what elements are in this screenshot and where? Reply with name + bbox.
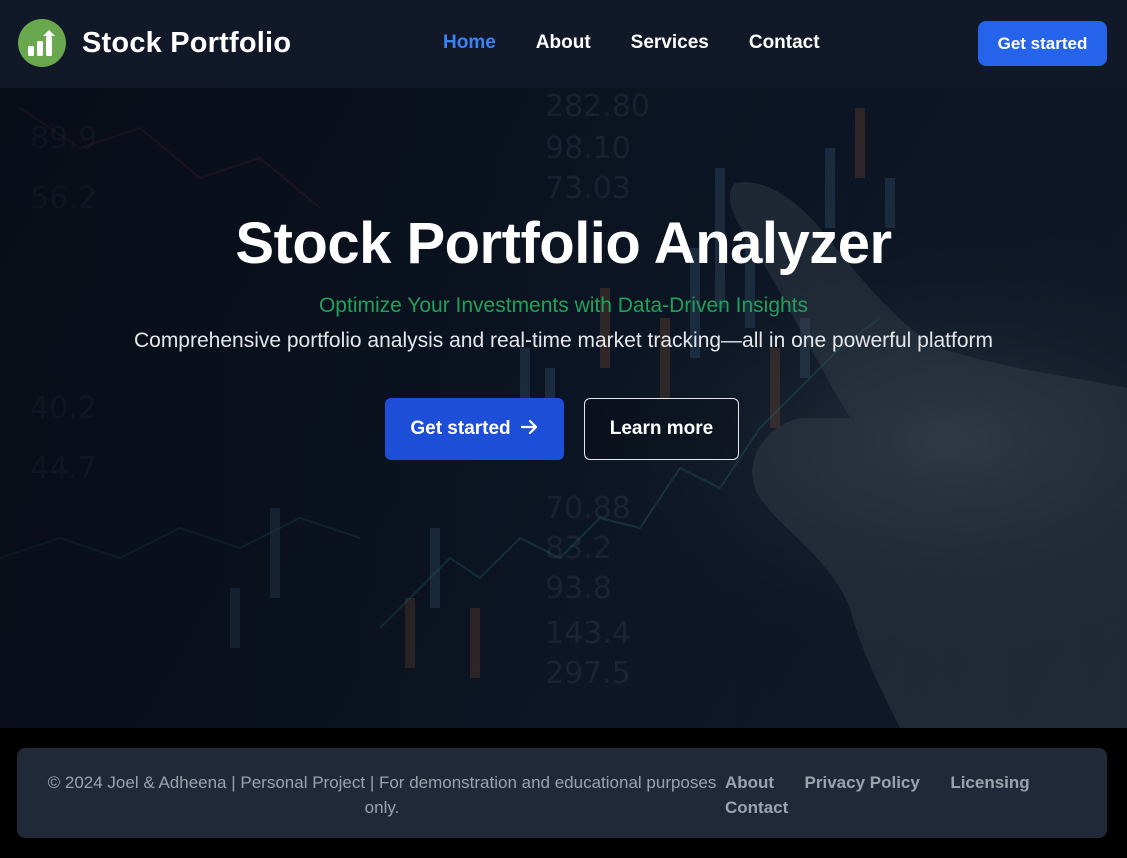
navbar: Stock Portfolio Home About Services Cont… bbox=[0, 0, 1127, 88]
nav-links: Home About Services Contact bbox=[443, 32, 860, 54]
learn-more-button[interactable]: Learn more bbox=[584, 398, 739, 460]
footer-links: About Privacy Policy Licensing Contact bbox=[725, 770, 1085, 820]
arrow-right-icon bbox=[520, 418, 539, 441]
nav-contact[interactable]: Contact bbox=[749, 32, 820, 54]
brand[interactable]: Stock Portfolio bbox=[18, 19, 291, 67]
footer-link-contact[interactable]: Contact bbox=[725, 795, 788, 820]
nav-services[interactable]: Services bbox=[631, 32, 709, 54]
hero-subtitle: Optimize Your Investments with Data-Driv… bbox=[318, 294, 809, 317]
get-started-label: Get started bbox=[410, 418, 511, 439]
hero-description: Comprehensive portfolio analysis and rea… bbox=[133, 329, 994, 352]
footer-copyright: © 2024 Joel & Adheena | Personal Project… bbox=[47, 773, 717, 817]
footer-link-privacy-policy[interactable]: Privacy Policy bbox=[805, 770, 920, 795]
footer: © 2024 Joel & Adheena | Personal Project… bbox=[17, 748, 1107, 838]
nav-about[interactable]: About bbox=[536, 32, 591, 54]
footer-link-about[interactable]: About bbox=[725, 770, 774, 795]
footer-wrapper: © 2024 Joel & Adheena | Personal Project… bbox=[0, 728, 1127, 858]
get-started-hero-button[interactable]: Get started bbox=[385, 398, 564, 460]
get-started-nav-button[interactable]: Get started bbox=[978, 21, 1107, 66]
nav-home[interactable]: Home bbox=[443, 32, 496, 54]
hero-title: Stock Portfolio Analyzer bbox=[235, 211, 892, 276]
chart-growth-icon bbox=[18, 19, 66, 67]
hero-section: 282.80 98.10 73.03 70.88 83.2 93.8 143.4… bbox=[0, 88, 1127, 728]
brand-name: Stock Portfolio bbox=[82, 26, 292, 59]
footer-link-licensing[interactable]: Licensing bbox=[950, 770, 1029, 795]
